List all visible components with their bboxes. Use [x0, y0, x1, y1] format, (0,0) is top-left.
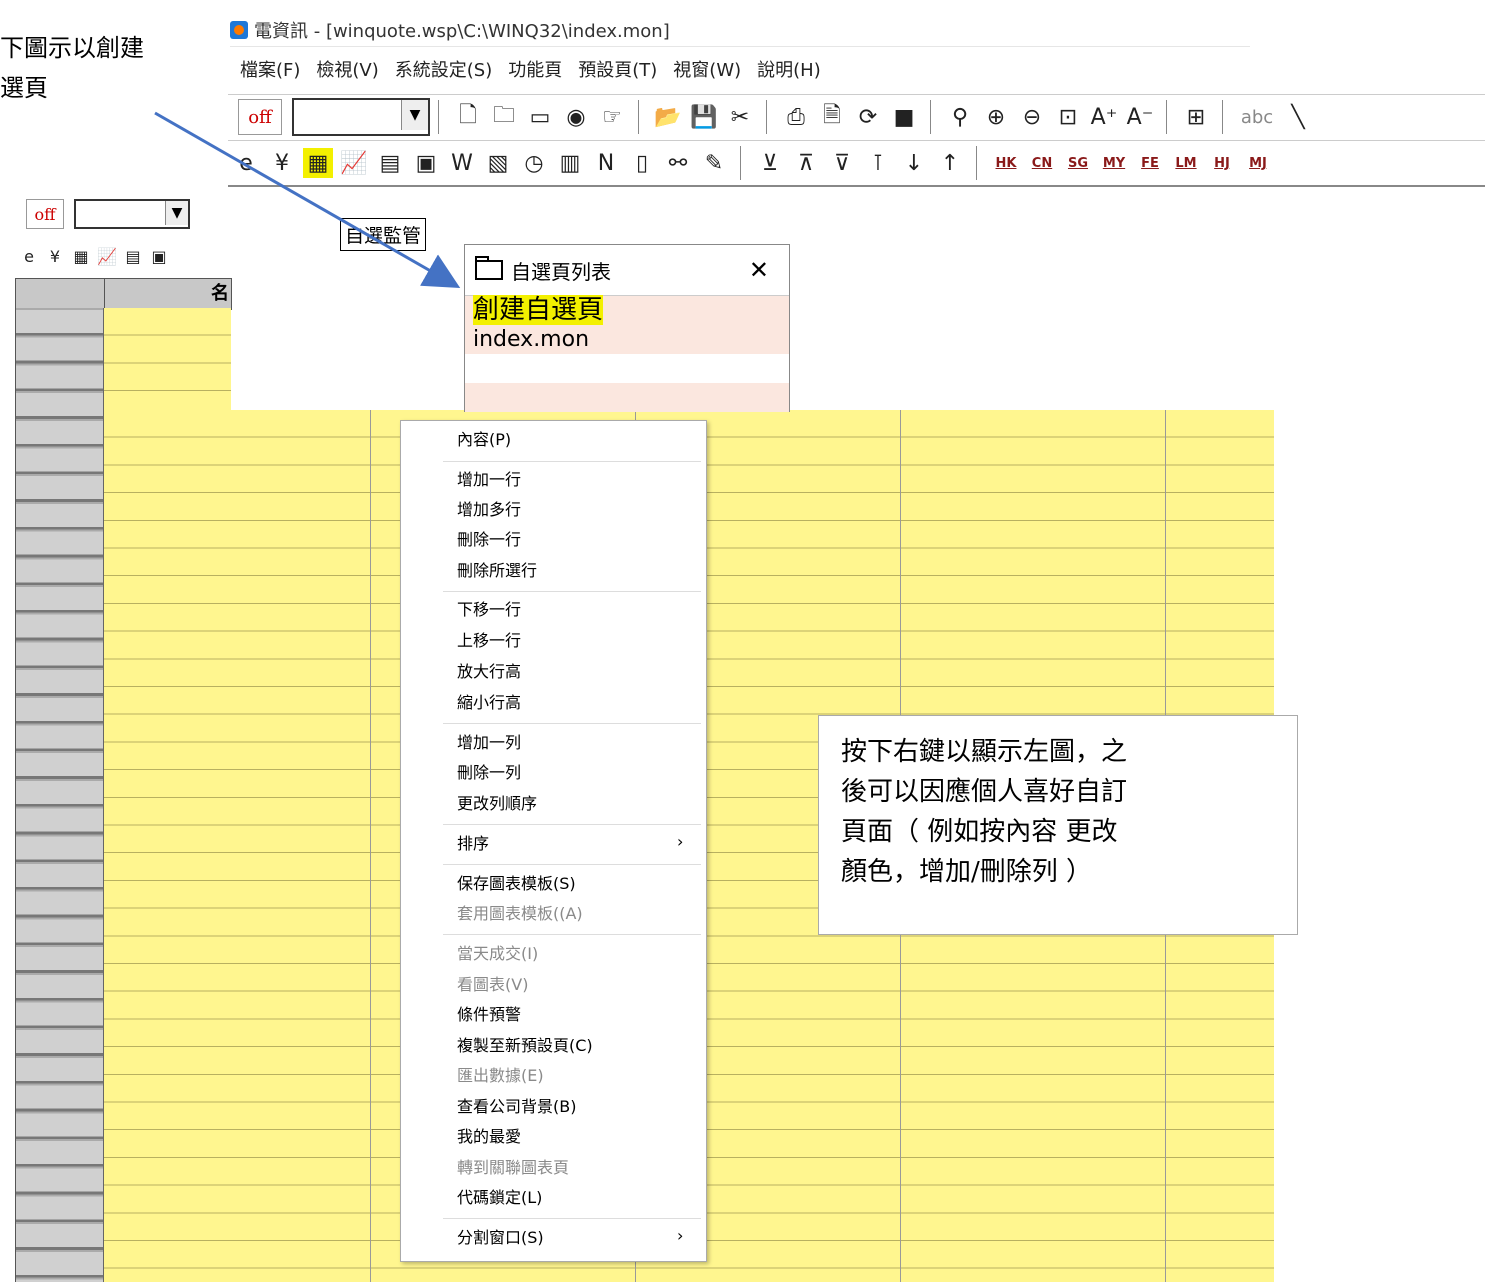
- annotation-arrow: [154, 111, 461, 288]
